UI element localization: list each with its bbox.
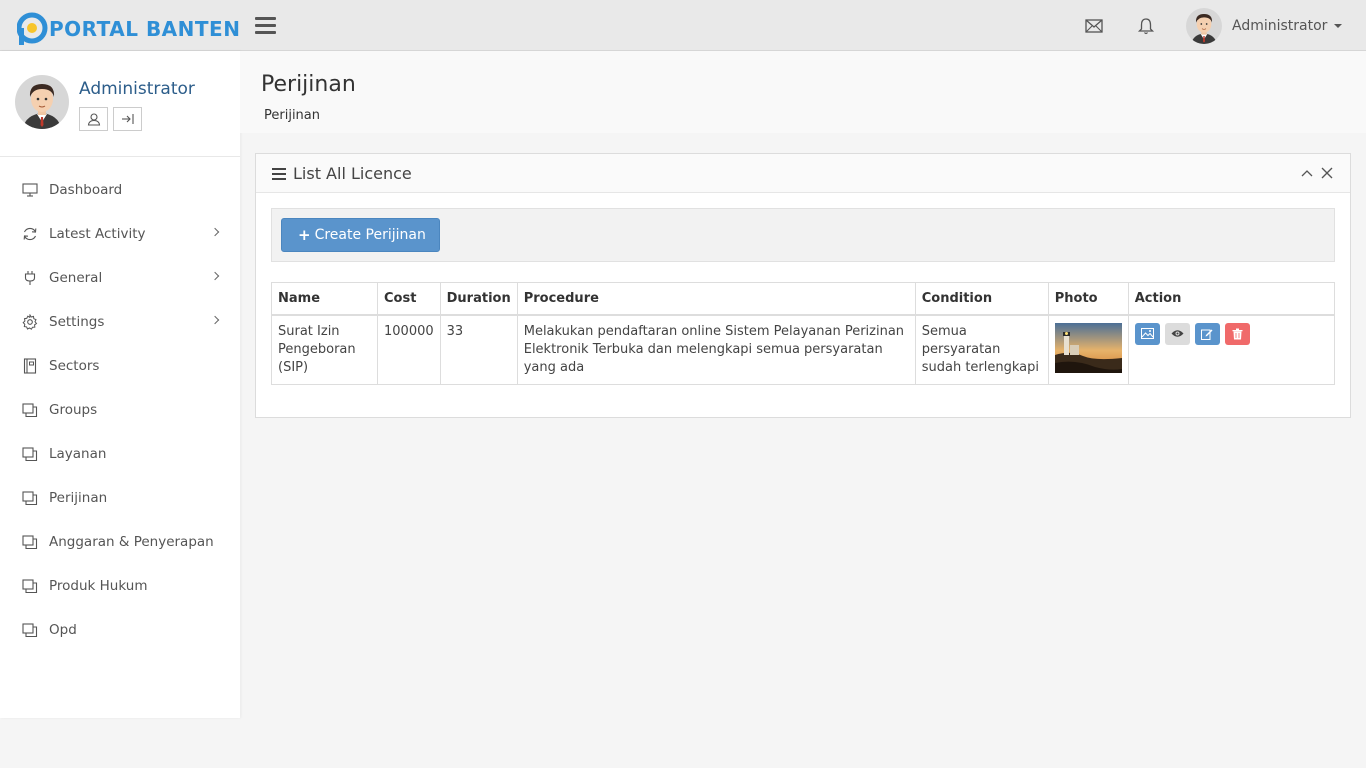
column-header-duration[interactable]: Duration — [439, 282, 518, 316]
window-icon — [21, 401, 39, 419]
delete-button[interactable] — [1224, 322, 1250, 345]
licence-table: Name Cost Duration Procedure Condition P… — [271, 282, 1336, 385]
close-icon[interactable] — [1320, 166, 1334, 180]
window-icon — [21, 577, 39, 595]
create-perijinan-button[interactable]: + Create Perijinan — [281, 218, 440, 252]
licence-photo-thumbnail[interactable] — [1054, 322, 1122, 373]
sidebar-item-opd[interactable]: Opd — [0, 608, 240, 652]
sidebar-item-dashboard[interactable]: Dashboard — [0, 168, 240, 212]
list-icon — [272, 167, 286, 180]
chevron-right-icon — [210, 271, 220, 281]
window-icon — [21, 533, 39, 551]
page-title: Perijinan — [261, 72, 356, 97]
view-detail-button[interactable] — [1164, 322, 1190, 345]
column-header-cost[interactable]: Cost — [377, 282, 441, 316]
panel-header: List All Licence — [256, 154, 1350, 193]
table-header-row: Name Cost Duration Procedure Condition P… — [271, 282, 1336, 316]
column-header-photo[interactable]: Photo — [1047, 282, 1129, 316]
panel-title-text: List All Licence — [293, 164, 412, 183]
cell-cost: 100000 — [377, 314, 441, 385]
column-header-procedure[interactable]: Procedure — [516, 282, 916, 316]
brand-name: PORTAL BANTEN — [49, 17, 241, 41]
breadcrumb[interactable]: Perijinan — [264, 108, 320, 123]
avatar — [1186, 8, 1222, 44]
trash-icon — [1232, 328, 1243, 339]
sidebar-item-label: Produk Hukum — [49, 578, 148, 594]
edit-button[interactable] — [1194, 322, 1220, 345]
window-icon — [21, 489, 39, 507]
table-row: Surat Izin Pengeboran (SIP) 100000 33 Me… — [271, 314, 1336, 385]
edit-icon — [1201, 329, 1213, 340]
collapse-icon[interactable] — [1300, 166, 1314, 180]
sidebar-item-label: Layanan — [49, 446, 107, 462]
sidebar-item-label: Dashboard — [49, 182, 123, 198]
portal-logo-icon — [17, 12, 48, 45]
page-header: Perijinan Perijinan — [240, 51, 1366, 133]
sidebar-item-label: Sectors — [49, 358, 100, 374]
panel-toolbar: + Create Perijinan — [271, 208, 1335, 262]
cell-condition: Semua persyaratan sudah terlengkapi — [914, 314, 1049, 385]
window-icon — [21, 621, 39, 639]
sidebar-item-groups[interactable]: Groups — [0, 388, 240, 432]
sidebar-item-label: Groups — [49, 402, 98, 418]
refresh-icon — [21, 225, 39, 243]
sidebar-profile: Administrator — [0, 51, 240, 157]
cell-procedure: Melakukan pendaftaran online Sistem Pela… — [516, 314, 916, 385]
top-navbar: PORTAL BANTEN Administrator — [0, 0, 1366, 51]
mail-icon[interactable] — [1084, 16, 1104, 36]
image-icon — [1140, 328, 1154, 339]
sidebar-item-label: Settings — [49, 314, 105, 330]
user-name: Administrator — [1232, 18, 1328, 34]
sidebar-menu: Dashboard Latest Activity General Settin… — [0, 157, 240, 652]
chevron-right-icon — [210, 315, 220, 325]
sidebar-item-label: Anggaran & Penyerapan — [49, 534, 214, 550]
eye-icon — [1171, 330, 1184, 337]
sidebar-item-layanan[interactable]: Layanan — [0, 432, 240, 476]
sidebar-item-label: General — [49, 270, 103, 286]
avatar — [15, 75, 69, 129]
sidebar-item-perijinan[interactable]: Perijinan — [0, 476, 240, 520]
sidebar-item-produk-hukum[interactable]: Produk Hukum — [0, 564, 240, 608]
cell-duration: 33 — [439, 314, 518, 385]
sidebar-item-label: Perijinan — [49, 490, 108, 506]
sidebar-toggle-button[interactable] — [255, 17, 276, 34]
logout-icon — [121, 114, 134, 124]
bell-icon[interactable] — [1136, 16, 1156, 36]
cell-name: Surat Izin Pengeboran (SIP) — [271, 314, 378, 385]
logout-button[interactable] — [113, 107, 142, 131]
sidebar-item-settings[interactable]: Settings — [0, 300, 240, 344]
window-icon — [21, 445, 39, 463]
column-header-name[interactable]: Name — [271, 282, 378, 316]
book-icon — [21, 357, 39, 375]
profile-button[interactable] — [79, 107, 108, 131]
create-button-label: Create Perijinan — [314, 227, 426, 243]
sidebar: Administrator Dashboard Latest Activity … — [0, 51, 240, 718]
sidebar-item-general[interactable]: General — [0, 256, 240, 300]
profile-name: Administrator — [79, 79, 195, 99]
chevron-right-icon — [210, 227, 220, 237]
user-menu[interactable]: Administrator — [1186, 8, 1343, 44]
sidebar-item-anggaran-penyerapan[interactable]: Anggaran & Penyerapan — [0, 520, 240, 564]
plug-icon — [21, 269, 39, 287]
plus-icon: + — [298, 226, 311, 244]
monitor-icon — [21, 181, 39, 199]
sidebar-item-latest-activity[interactable]: Latest Activity — [0, 212, 240, 256]
brand-logo[interactable]: PORTAL BANTEN — [17, 11, 240, 45]
sidebar-item-sectors[interactable]: Sectors — [0, 344, 240, 388]
sidebar-item-label: Opd — [49, 622, 77, 638]
licence-panel: List All Licence + Create Perijinan Name… — [255, 153, 1351, 418]
sidebar-item-label: Latest Activity — [49, 226, 146, 242]
gear-icon — [21, 313, 39, 331]
user-icon — [87, 113, 100, 126]
column-header-action: Action — [1127, 282, 1336, 316]
cell-photo — [1047, 314, 1129, 385]
column-header-condition[interactable]: Condition — [914, 282, 1049, 316]
view-photo-button[interactable] — [1134, 322, 1160, 345]
cell-actions — [1127, 314, 1336, 385]
panel-title: List All Licence — [272, 164, 412, 183]
caret-down-icon — [1334, 24, 1343, 28]
